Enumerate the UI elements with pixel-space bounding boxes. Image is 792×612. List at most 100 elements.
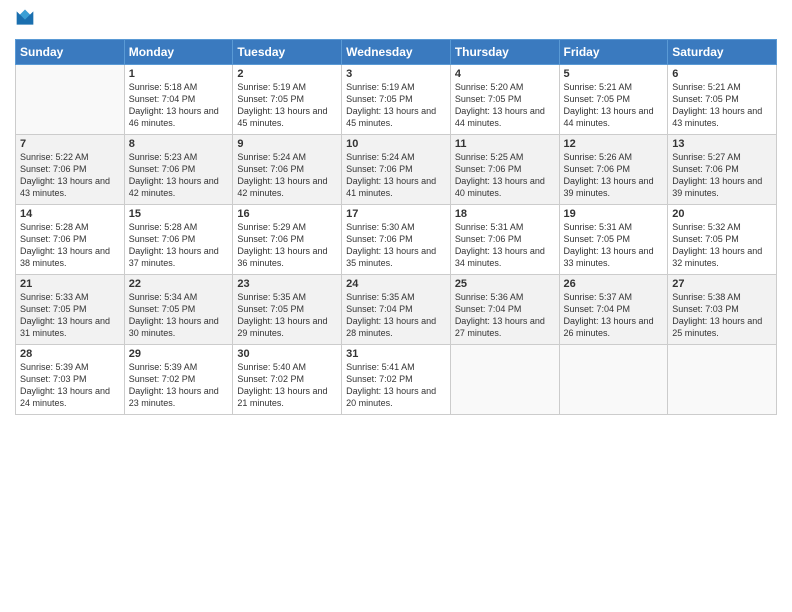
- day-info: Sunrise: 5:37 AMSunset: 7:04 PMDaylight:…: [564, 291, 664, 340]
- day-info: Sunrise: 5:35 AMSunset: 7:05 PMDaylight:…: [237, 291, 337, 340]
- calendar-week-1: 1Sunrise: 5:18 AMSunset: 7:04 PMDaylight…: [16, 65, 777, 135]
- calendar-cell: 13Sunrise: 5:27 AMSunset: 7:06 PMDayligh…: [668, 135, 777, 205]
- day-number: 14: [20, 208, 120, 220]
- calendar-cell: 16Sunrise: 5:29 AMSunset: 7:06 PMDayligh…: [233, 205, 342, 275]
- calendar-cell: [668, 345, 777, 415]
- day-info: Sunrise: 5:26 AMSunset: 7:06 PMDaylight:…: [564, 151, 664, 200]
- day-info: Sunrise: 5:22 AMSunset: 7:06 PMDaylight:…: [20, 151, 120, 200]
- day-number: 10: [346, 138, 446, 150]
- day-header-friday: Friday: [559, 40, 668, 65]
- day-number: 18: [455, 208, 555, 220]
- calendar-week-5: 28Sunrise: 5:39 AMSunset: 7:03 PMDayligh…: [16, 345, 777, 415]
- calendar-cell: 27Sunrise: 5:38 AMSunset: 7:03 PMDayligh…: [668, 275, 777, 345]
- calendar-cell: 29Sunrise: 5:39 AMSunset: 7:02 PMDayligh…: [124, 345, 233, 415]
- calendar-cell: [450, 345, 559, 415]
- logo-icon: [15, 8, 35, 28]
- day-info: Sunrise: 5:31 AMSunset: 7:05 PMDaylight:…: [564, 221, 664, 270]
- day-header-wednesday: Wednesday: [342, 40, 451, 65]
- day-number: 27: [672, 278, 772, 290]
- day-number: 9: [237, 138, 337, 150]
- calendar-body: 1Sunrise: 5:18 AMSunset: 7:04 PMDaylight…: [16, 65, 777, 415]
- day-header-thursday: Thursday: [450, 40, 559, 65]
- day-number: 1: [129, 68, 229, 80]
- calendar-cell: 1Sunrise: 5:18 AMSunset: 7:04 PMDaylight…: [124, 65, 233, 135]
- day-info: Sunrise: 5:34 AMSunset: 7:05 PMDaylight:…: [129, 291, 229, 340]
- day-number: 21: [20, 278, 120, 290]
- day-number: 13: [672, 138, 772, 150]
- calendar-week-4: 21Sunrise: 5:33 AMSunset: 7:05 PMDayligh…: [16, 275, 777, 345]
- calendar-cell: 24Sunrise: 5:35 AMSunset: 7:04 PMDayligh…: [342, 275, 451, 345]
- calendar-cell: 8Sunrise: 5:23 AMSunset: 7:06 PMDaylight…: [124, 135, 233, 205]
- calendar-cell: 23Sunrise: 5:35 AMSunset: 7:05 PMDayligh…: [233, 275, 342, 345]
- calendar-week-3: 14Sunrise: 5:28 AMSunset: 7:06 PMDayligh…: [16, 205, 777, 275]
- day-info: Sunrise: 5:18 AMSunset: 7:04 PMDaylight:…: [129, 81, 229, 130]
- day-info: Sunrise: 5:38 AMSunset: 7:03 PMDaylight:…: [672, 291, 772, 340]
- calendar-cell: 25Sunrise: 5:36 AMSunset: 7:04 PMDayligh…: [450, 275, 559, 345]
- day-number: 15: [129, 208, 229, 220]
- day-info: Sunrise: 5:19 AMSunset: 7:05 PMDaylight:…: [346, 81, 446, 130]
- day-info: Sunrise: 5:39 AMSunset: 7:02 PMDaylight:…: [129, 361, 229, 410]
- day-number: 28: [20, 348, 120, 360]
- calendar-cell: 9Sunrise: 5:24 AMSunset: 7:06 PMDaylight…: [233, 135, 342, 205]
- day-info: Sunrise: 5:33 AMSunset: 7:05 PMDaylight:…: [20, 291, 120, 340]
- calendar-cell: [16, 65, 125, 135]
- calendar-cell: 19Sunrise: 5:31 AMSunset: 7:05 PMDayligh…: [559, 205, 668, 275]
- calendar-cell: 18Sunrise: 5:31 AMSunset: 7:06 PMDayligh…: [450, 205, 559, 275]
- day-info: Sunrise: 5:30 AMSunset: 7:06 PMDaylight:…: [346, 221, 446, 270]
- day-info: Sunrise: 5:29 AMSunset: 7:06 PMDaylight:…: [237, 221, 337, 270]
- logo: [15, 10, 37, 33]
- calendar-cell: 2Sunrise: 5:19 AMSunset: 7:05 PMDaylight…: [233, 65, 342, 135]
- calendar-cell: 7Sunrise: 5:22 AMSunset: 7:06 PMDaylight…: [16, 135, 125, 205]
- day-header-sunday: Sunday: [16, 40, 125, 65]
- header: [15, 10, 777, 33]
- calendar-cell: 3Sunrise: 5:19 AMSunset: 7:05 PMDaylight…: [342, 65, 451, 135]
- calendar-week-2: 7Sunrise: 5:22 AMSunset: 7:06 PMDaylight…: [16, 135, 777, 205]
- day-info: Sunrise: 5:36 AMSunset: 7:04 PMDaylight:…: [455, 291, 555, 340]
- calendar-cell: 28Sunrise: 5:39 AMSunset: 7:03 PMDayligh…: [16, 345, 125, 415]
- day-number: 20: [672, 208, 772, 220]
- calendar-cell: 21Sunrise: 5:33 AMSunset: 7:05 PMDayligh…: [16, 275, 125, 345]
- calendar-cell: 30Sunrise: 5:40 AMSunset: 7:02 PMDayligh…: [233, 345, 342, 415]
- day-number: 6: [672, 68, 772, 80]
- calendar-cell: 31Sunrise: 5:41 AMSunset: 7:02 PMDayligh…: [342, 345, 451, 415]
- calendar-header: SundayMondayTuesdayWednesdayThursdayFrid…: [16, 40, 777, 65]
- day-info: Sunrise: 5:39 AMSunset: 7:03 PMDaylight:…: [20, 361, 120, 410]
- day-number: 4: [455, 68, 555, 80]
- day-header-saturday: Saturday: [668, 40, 777, 65]
- day-info: Sunrise: 5:21 AMSunset: 7:05 PMDaylight:…: [672, 81, 772, 130]
- day-number: 17: [346, 208, 446, 220]
- day-info: Sunrise: 5:28 AMSunset: 7:06 PMDaylight:…: [129, 221, 229, 270]
- calendar-cell: 11Sunrise: 5:25 AMSunset: 7:06 PMDayligh…: [450, 135, 559, 205]
- day-number: 16: [237, 208, 337, 220]
- day-info: Sunrise: 5:32 AMSunset: 7:05 PMDaylight:…: [672, 221, 772, 270]
- day-number: 7: [20, 138, 120, 150]
- day-info: Sunrise: 5:31 AMSunset: 7:06 PMDaylight:…: [455, 221, 555, 270]
- day-number: 23: [237, 278, 337, 290]
- calendar-cell: 4Sunrise: 5:20 AMSunset: 7:05 PMDaylight…: [450, 65, 559, 135]
- day-number: 3: [346, 68, 446, 80]
- day-number: 25: [455, 278, 555, 290]
- day-header-tuesday: Tuesday: [233, 40, 342, 65]
- day-header-monday: Monday: [124, 40, 233, 65]
- day-number: 12: [564, 138, 664, 150]
- day-number: 11: [455, 138, 555, 150]
- calendar-cell: 17Sunrise: 5:30 AMSunset: 7:06 PMDayligh…: [342, 205, 451, 275]
- day-info: Sunrise: 5:19 AMSunset: 7:05 PMDaylight:…: [237, 81, 337, 130]
- day-info: Sunrise: 5:24 AMSunset: 7:06 PMDaylight:…: [346, 151, 446, 200]
- day-number: 26: [564, 278, 664, 290]
- day-number: 8: [129, 138, 229, 150]
- day-info: Sunrise: 5:40 AMSunset: 7:02 PMDaylight:…: [237, 361, 337, 410]
- calendar-cell: 5Sunrise: 5:21 AMSunset: 7:05 PMDaylight…: [559, 65, 668, 135]
- calendar-cell: 20Sunrise: 5:32 AMSunset: 7:05 PMDayligh…: [668, 205, 777, 275]
- day-info: Sunrise: 5:24 AMSunset: 7:06 PMDaylight:…: [237, 151, 337, 200]
- calendar-cell: 15Sunrise: 5:28 AMSunset: 7:06 PMDayligh…: [124, 205, 233, 275]
- days-header-row: SundayMondayTuesdayWednesdayThursdayFrid…: [16, 40, 777, 65]
- day-info: Sunrise: 5:27 AMSunset: 7:06 PMDaylight:…: [672, 151, 772, 200]
- day-number: 2: [237, 68, 337, 80]
- day-number: 24: [346, 278, 446, 290]
- calendar-cell: 10Sunrise: 5:24 AMSunset: 7:06 PMDayligh…: [342, 135, 451, 205]
- day-info: Sunrise: 5:35 AMSunset: 7:04 PMDaylight:…: [346, 291, 446, 340]
- day-info: Sunrise: 5:28 AMSunset: 7:06 PMDaylight:…: [20, 221, 120, 270]
- day-number: 31: [346, 348, 446, 360]
- day-info: Sunrise: 5:21 AMSunset: 7:05 PMDaylight:…: [564, 81, 664, 130]
